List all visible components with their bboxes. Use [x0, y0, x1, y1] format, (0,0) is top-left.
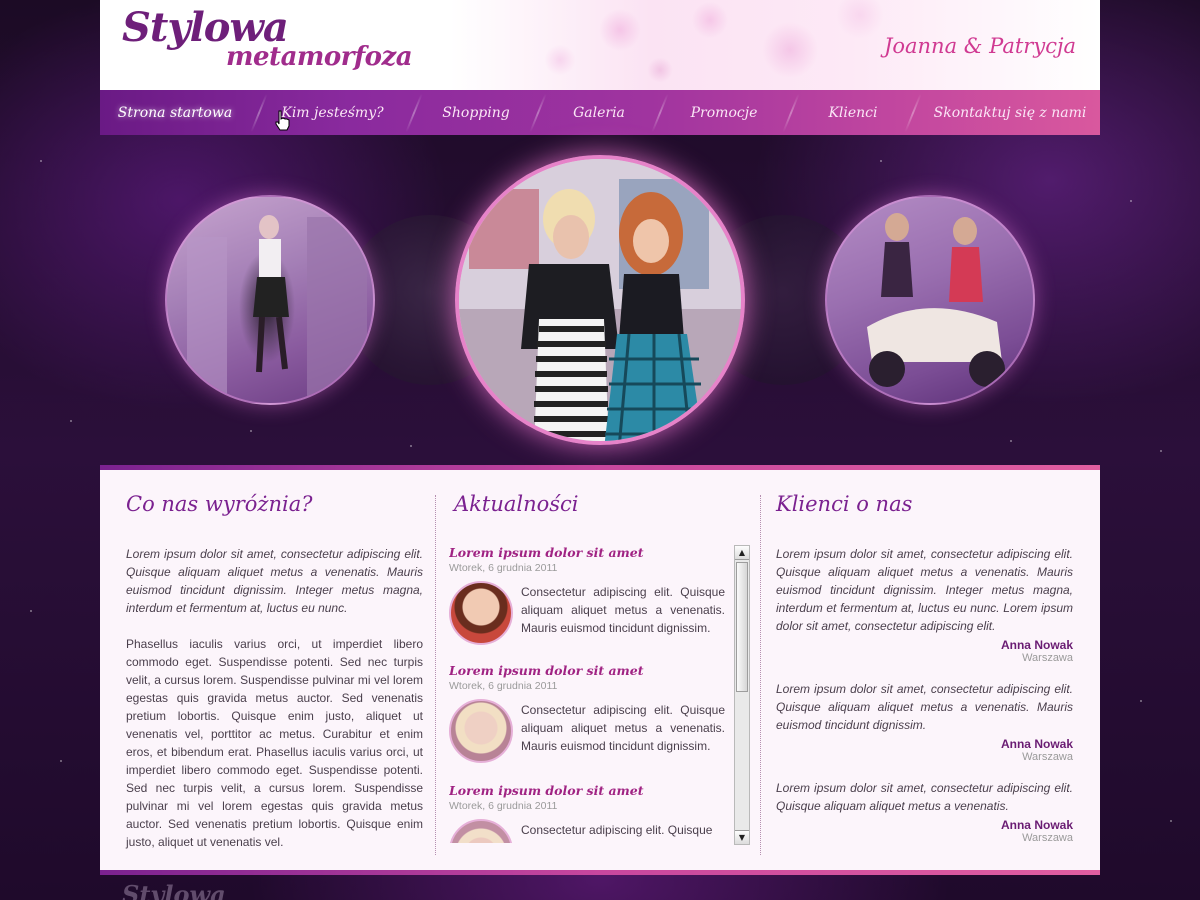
testimonial-author: Anna Nowak	[1000, 638, 1073, 652]
authors-signature: Joanna & Patrycja	[883, 34, 1076, 58]
column-divider	[760, 495, 761, 855]
news-item-title[interactable]: Lorem ipsum dolor sit amet	[449, 545, 729, 560]
photo-two-women	[459, 159, 741, 441]
photo-woman-street	[187, 215, 367, 403]
news-scrollbar[interactable]: ▲ ▼	[734, 545, 750, 845]
gallery-photo-left[interactable]	[165, 195, 375, 405]
hand-pointer-icon	[275, 110, 290, 131]
column-divider	[435, 495, 436, 855]
testimonial-text: Lorem ipsum dolor sit amet, consectetur …	[776, 682, 1073, 732]
testimonial: Lorem ipsum dolor sit amet, consectetur …	[776, 680, 1073, 763]
testimonial-author: Anna Nowak	[1000, 818, 1073, 832]
clients-heading: Klienci o nas	[776, 492, 913, 516]
photo-women-scooter	[867, 213, 1005, 387]
scroll-down-arrow-icon[interactable]: ▼	[735, 830, 749, 844]
news-scroll-area[interactable]: Lorem ipsum dolor sit amet Wtorek, 6 gru…	[449, 545, 749, 843]
news-heading: Aktualności	[454, 492, 579, 516]
testimonial-text: Lorem ipsum dolor sit amet, consectetur …	[776, 781, 1073, 813]
features-body-text: Phasellus iaculis varius orci, ut imperd…	[126, 637, 423, 849]
news-item: Lorem ipsum dolor sit amet Wtorek, 6 gru…	[449, 545, 729, 645]
nav-item-contact[interactable]: Skontaktuj się z nami	[920, 90, 1100, 135]
news-item-thumbnail[interactable]	[449, 819, 513, 843]
testimonial-city: Warszawa	[1022, 751, 1073, 763]
nav-item-shopping[interactable]: Shopping	[415, 90, 537, 135]
news-item-text: Consectetur adipiscing elit. Quisque ali…	[521, 703, 725, 753]
page-container: Stylowa metamorfoza Joanna & Patrycja St…	[100, 0, 1100, 900]
testimonial-text: Lorem ipsum dolor sit amet, consectetur …	[776, 547, 1073, 633]
features-intro-text: Lorem ipsum dolor sit amet, consectetur …	[126, 547, 423, 615]
gallery-photo-featured[interactable]	[455, 155, 745, 445]
news-item-thumbnail[interactable]	[449, 699, 513, 763]
news-item-date: Wtorek, 6 grudnia 2011	[449, 800, 558, 812]
nav-item-home[interactable]: Strona startowa	[100, 90, 250, 135]
site-header: Stylowa metamorfoza Joanna & Patrycja	[100, 0, 1100, 90]
testimonial: Lorem ipsum dolor sit amet, consectetur …	[776, 779, 1073, 844]
logo-line-2: metamorfoza	[226, 42, 413, 72]
news-item-title[interactable]: Lorem ipsum dolor sit amet	[449, 663, 729, 678]
testimonial: Lorem ipsum dolor sit amet, consectetur …	[776, 545, 1073, 664]
testimonial-author: Anna Nowak	[1000, 737, 1073, 751]
scroll-up-arrow-icon[interactable]: ▲	[735, 546, 749, 560]
gallery-photo-right[interactable]	[825, 195, 1035, 405]
news-item: Lorem ipsum dolor sit amet Wtorek, 6 gru…	[449, 783, 729, 843]
nav-item-gallery[interactable]: Galeria	[540, 90, 658, 135]
news-item-date: Wtorek, 6 grudnia 2011	[449, 680, 558, 692]
news-item-thumbnail[interactable]	[449, 581, 513, 645]
news-item-text: Consectetur adipiscing elit. Quisque	[521, 823, 713, 837]
footer-logo: Stylowa	[122, 880, 226, 900]
news-item-date: Wtorek, 6 grudnia 2011	[449, 562, 558, 574]
news-item-text: Consectetur adipiscing elit. Quisque ali…	[521, 585, 725, 635]
features-heading: Co nas wyróżnia?	[126, 492, 313, 516]
content-panel: Co nas wyróżnia? Lorem ipsum dolor sit a…	[100, 465, 1100, 875]
site-logo[interactable]: Stylowa metamorfoza	[122, 4, 442, 84]
hero-gallery	[100, 135, 1100, 465]
nav-item-clients[interactable]: Klienci	[792, 90, 914, 135]
testimonial-city: Warszawa	[1022, 652, 1073, 664]
nav-item-promotions[interactable]: Promocje	[662, 90, 786, 135]
news-item-title[interactable]: Lorem ipsum dolor sit amet	[449, 783, 729, 798]
testimonial-city: Warszawa	[1022, 832, 1073, 844]
main-navigation: Strona startowa Kim jesteśmy? Shopping G…	[100, 90, 1100, 135]
scrollbar-thumb[interactable]	[736, 562, 748, 692]
news-item: Lorem ipsum dolor sit amet Wtorek, 6 gru…	[449, 663, 729, 763]
